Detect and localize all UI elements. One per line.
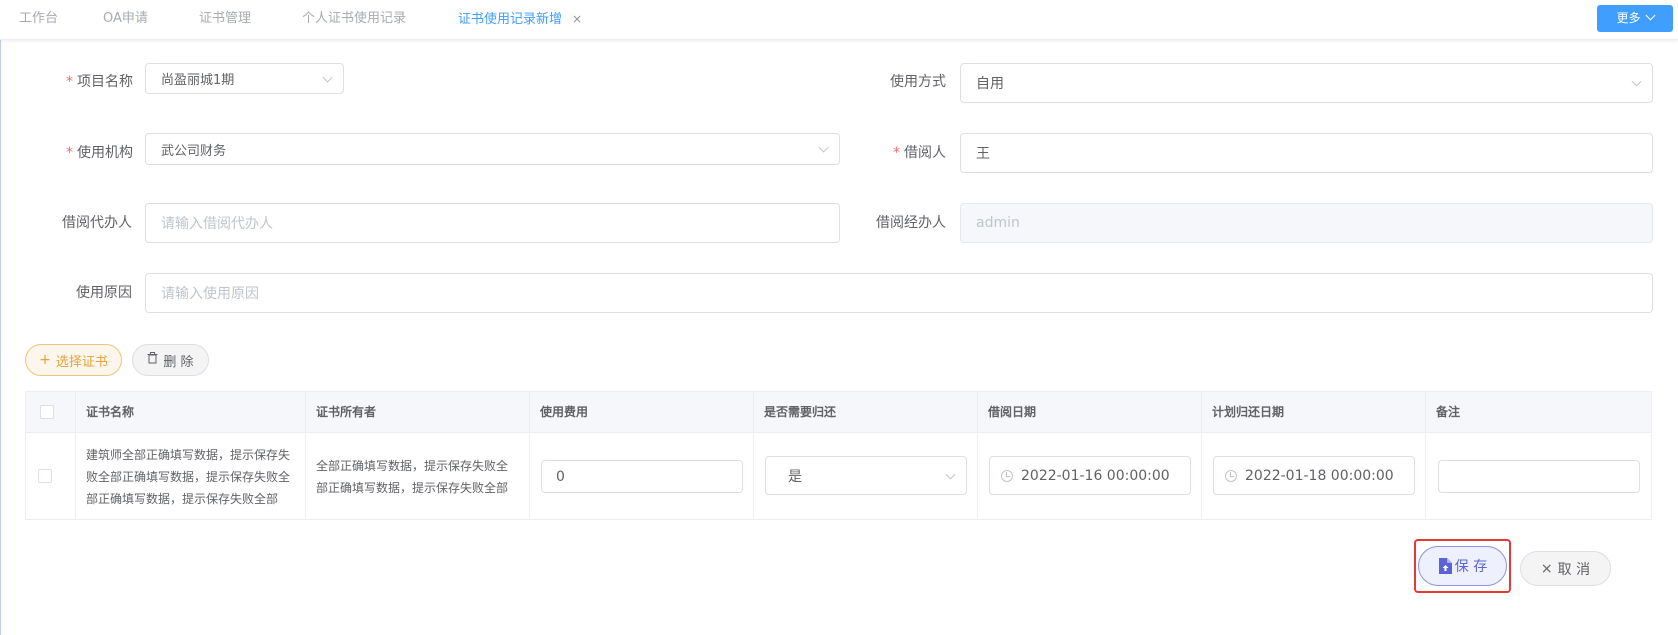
button-label: 选择证书 (55, 354, 108, 370)
clock-icon (1001, 469, 1013, 482)
input-value: admin (976, 215, 1020, 231)
select-cert-button[interactable]: + 选择证书 (25, 344, 122, 376)
borrow-handler-label: 借阅经办人 (876, 213, 946, 233)
select-value: 尚盈丽城1期 (161, 73, 235, 88)
label-text: 借阅经办人 (876, 215, 946, 231)
input-value: 王 (976, 146, 990, 162)
chevron-down-icon (1645, 10, 1655, 21)
usage-org-label: * 使用机构 (66, 143, 133, 163)
cancel-button[interactable]: × 取 消 (1520, 551, 1611, 586)
table-header: 证书名称 证书所有者 使用费用 是否需要归还 借阅日期 计划归还日期 备注 (26, 392, 1651, 433)
header-checkbox-cell (26, 392, 76, 432)
chevron-down-icon (322, 72, 333, 83)
close-icon: × (1540, 560, 1553, 577)
left-edge (0, 0, 1, 635)
row-checkbox-cell (26, 433, 76, 520)
header-cert-owner: 证书所有者 (306, 392, 530, 432)
delete-button[interactable]: 删 除 (132, 344, 209, 376)
tab-cert-management[interactable]: 证书管理 (199, 0, 251, 40)
usage-org-select[interactable]: 武公司财务 (145, 133, 840, 165)
label-text: 使用机构 (77, 145, 133, 161)
cell-return-date: 2022-01-18 00:00:00 (1202, 433, 1426, 520)
required-mark: * (893, 145, 900, 161)
table-row: 建筑师全部正确填写数据，提示保存失败全部正确填写数据，提示保存失败全部正确填写数… (26, 433, 1651, 520)
label-text: 借阅人 (904, 145, 946, 161)
tabs-bar: 工作台 OA申请 证书管理 个人证书使用记录 证书使用记录新增 × 更多 (0, 0, 1678, 40)
more-button-label: 更多 (1616, 11, 1641, 25)
plus-icon: + (39, 352, 51, 368)
button-label: 保 存 (1454, 559, 1488, 575)
select-value: 自用 (976, 76, 1004, 92)
cell-remark (1426, 433, 1651, 520)
label-text: 项目名称 (77, 74, 133, 90)
tab-label: 工作台 (19, 11, 59, 26)
usage-method-label: 使用方式 (890, 72, 946, 92)
trash-icon (147, 352, 158, 368)
usage-reason-label: 使用原因 (76, 283, 132, 303)
usage-reason-input[interactable]: 请输入使用原因 (145, 273, 1653, 313)
row-checkbox[interactable] (38, 469, 52, 483)
input-placeholder: 请输入使用原因 (161, 286, 259, 302)
remark-input[interactable] (1438, 460, 1640, 493)
borrow-agent-label: 借阅代办人 (62, 213, 132, 233)
chevron-down-icon (818, 142, 829, 153)
chevron-down-icon (1631, 76, 1642, 87)
select-value: 武公司财务 (161, 143, 227, 159)
borrow-handler-input: admin (960, 203, 1653, 243)
tab-label: 证书管理 (199, 11, 252, 26)
tab-oa-apply[interactable]: OA申请 (103, 0, 148, 40)
cell-cert-owner: 全部正确填写数据，提示保存失败全部正确填写数据，提示保存失败全部 (306, 433, 530, 520)
usage-method-select[interactable]: 自用 (960, 63, 1653, 103)
button-label: 取 消 (1557, 561, 1591, 578)
header-need-return: 是否需要归还 (754, 392, 978, 432)
chevron-down-icon (945, 469, 956, 480)
required-mark: * (66, 145, 73, 161)
header-fee: 使用费用 (530, 392, 754, 432)
borrower-input[interactable]: 王 (960, 133, 1653, 173)
more-button[interactable]: 更多 (1597, 5, 1673, 32)
header-return-date: 计划归还日期 (1202, 392, 1426, 432)
cert-table: 证书名称 证书所有者 使用费用 是否需要归还 借阅日期 计划归还日期 备注 建筑… (25, 391, 1652, 520)
label-text: 借阅代办人 (62, 215, 132, 231)
tab-workbench[interactable]: 工作台 (19, 0, 58, 40)
select-all-checkbox[interactable] (40, 405, 54, 419)
project-name-label: * 项目名称 (66, 72, 133, 92)
header-cert-name: 证书名称 (76, 392, 306, 432)
button-label: 删 除 (163, 354, 194, 370)
tab-personal-cert-usage[interactable]: 个人证书使用记录 (302, 0, 406, 40)
fee-input[interactable]: 0 (541, 460, 743, 493)
select-value: 是 (788, 468, 802, 485)
date-value: 2022-01-18 00:00:00 (1245, 467, 1394, 484)
tab-label: 个人证书使用记录 (302, 11, 407, 26)
need-return-select[interactable]: 是 (765, 456, 967, 495)
required-mark: * (66, 74, 73, 90)
input-value: 0 (556, 468, 565, 485)
return-date-picker[interactable]: 2022-01-18 00:00:00 (1213, 456, 1415, 495)
cell-borrow-date: 2022-01-16 00:00:00 (978, 433, 1202, 520)
tab-cert-usage-add[interactable]: 证书使用记录新增 × (458, 0, 582, 40)
label-text: 使用方式 (890, 74, 946, 90)
borrower-label: * 借阅人 (893, 143, 946, 163)
tab-label: 证书使用记录新增 (458, 12, 563, 27)
label-text: 使用原因 (76, 285, 132, 301)
cell-fee: 0 (530, 433, 754, 520)
tab-label: OA申请 (103, 11, 148, 26)
borrow-date-picker[interactable]: 2022-01-16 00:00:00 (989, 456, 1191, 495)
date-value: 2022-01-16 00:00:00 (1021, 467, 1170, 484)
cell-need-return: 是 (754, 433, 978, 520)
header-remark: 备注 (1436, 405, 1461, 419)
cell-cert-name: 建筑师全部正确填写数据，提示保存失败全部正确填写数据，提示保存失败全部正确填写数… (76, 433, 306, 520)
input-placeholder: 请输入借阅代办人 (161, 216, 273, 232)
save-button[interactable]: 保 存 (1418, 546, 1507, 586)
project-name-select[interactable]: 尚盈丽城1期 (145, 63, 344, 94)
borrow-agent-input[interactable]: 请输入借阅代办人 (145, 203, 840, 243)
upload-file-icon (1438, 558, 1452, 574)
header-borrow-date: 借阅日期 (978, 392, 1202, 432)
clock-icon (1225, 469, 1237, 482)
close-icon[interactable]: × (572, 0, 582, 38)
